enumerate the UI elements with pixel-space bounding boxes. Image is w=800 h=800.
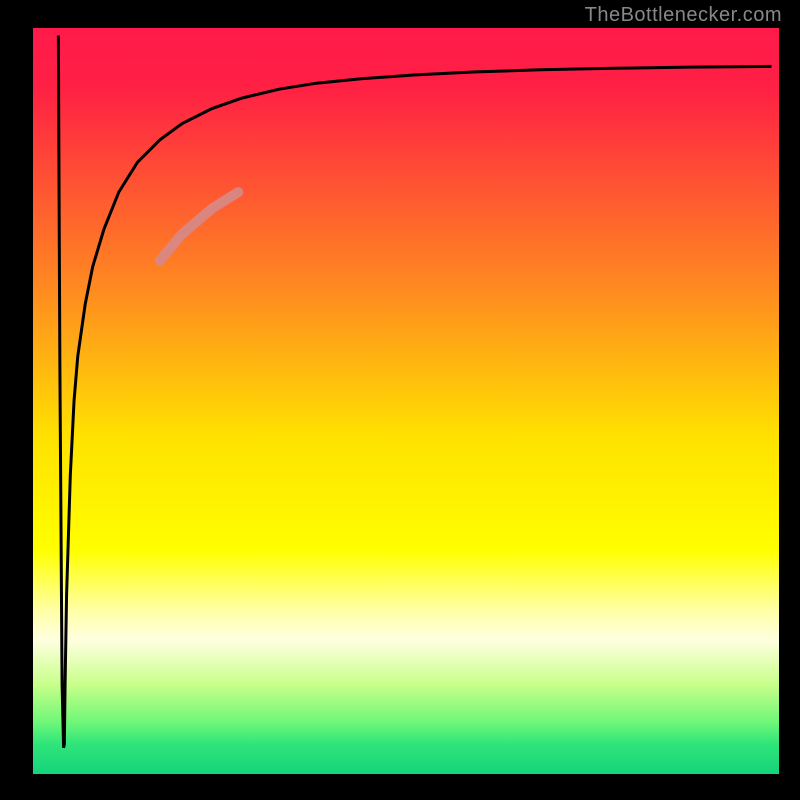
axis-bottom xyxy=(0,774,800,800)
axis-right xyxy=(779,0,800,800)
plot-background xyxy=(33,28,779,774)
attribution-text: TheBottlenecker.com xyxy=(585,4,782,27)
bottleneck-chart xyxy=(0,0,800,800)
chart-container: TheBottlenecker.com xyxy=(0,0,800,800)
axis-left xyxy=(0,0,33,800)
